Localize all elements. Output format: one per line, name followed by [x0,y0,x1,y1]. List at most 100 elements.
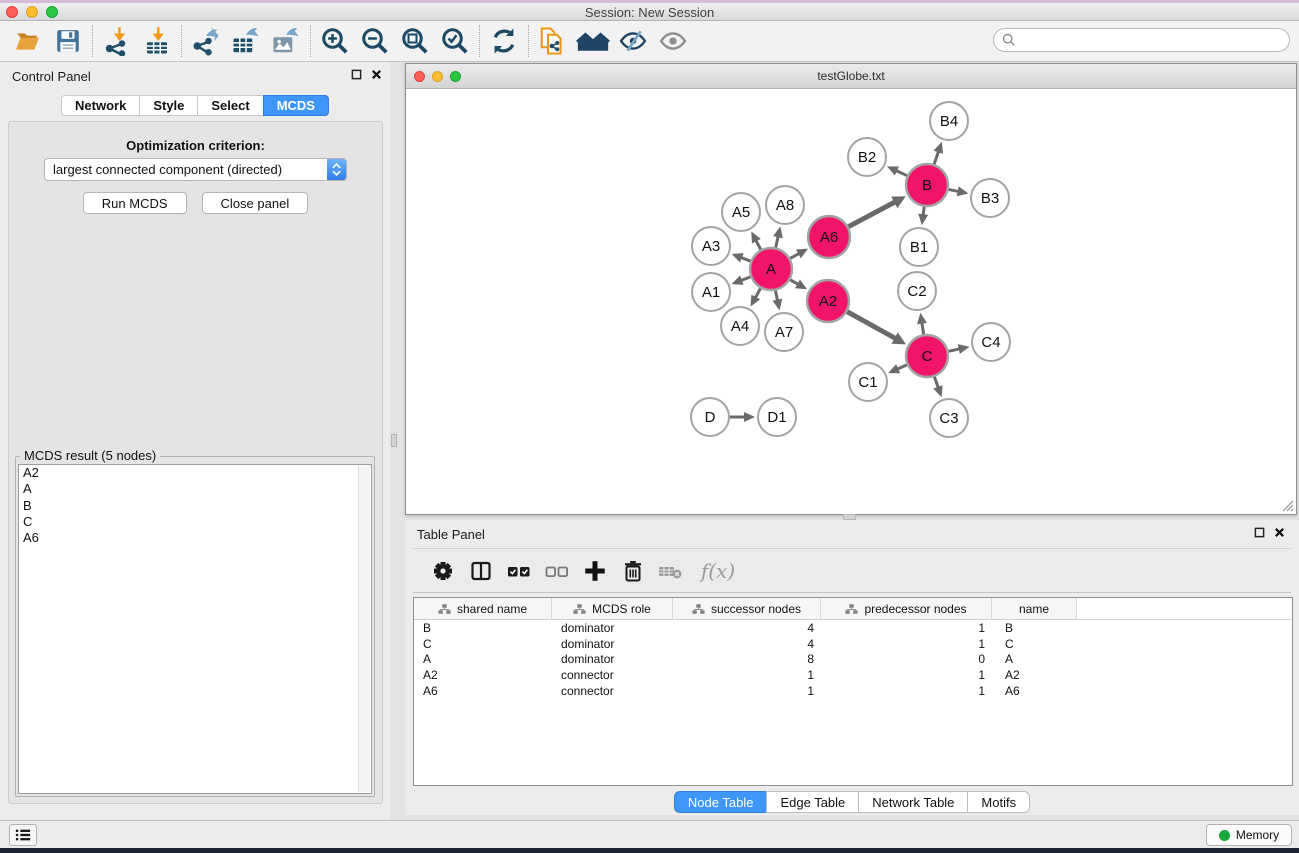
column-header-shared-name[interactable]: shared name [414,598,552,619]
graph-edge[interactable] [887,166,907,175]
function-builder-button[interactable]: f(x) [693,554,741,588]
table-settings-button[interactable] [427,554,459,588]
graph-edge[interactable] [772,291,782,311]
graph-node-C[interactable]: C [906,335,948,377]
table-row[interactable]: Bdominator41B [414,620,1292,636]
show-all-button[interactable] [653,24,693,58]
column-header-successor-nodes[interactable]: successor nodes [673,598,821,619]
delete-table-button[interactable] [655,554,687,588]
refresh-view-button[interactable] [484,24,524,58]
graph-node-A2[interactable]: A2 [807,280,849,322]
graph-edge[interactable] [949,186,969,196]
deselect-all-rows-button[interactable] [541,554,573,588]
home-button[interactable] [573,24,613,58]
graph-node-B2[interactable]: B2 [848,138,886,176]
task-history-button[interactable] [9,824,37,846]
mcds-result-item[interactable]: A6 [19,530,371,546]
graph-node-C4[interactable]: C4 [972,323,1010,361]
mcds-result-item[interactable]: A2 [19,465,371,481]
close-panel-button[interactable]: Close panel [202,192,309,214]
export-table-button[interactable] [226,24,266,58]
graph-node-B4[interactable]: B4 [930,102,968,140]
graph-node-A7[interactable]: A7 [765,313,803,351]
create-column-button[interactable] [579,554,611,588]
mcds-result-item[interactable]: B [19,498,371,514]
graph-edge[interactable] [888,364,907,373]
zoom-out-button[interactable] [355,24,395,58]
open-session-button[interactable] [8,24,48,58]
graph-node-A3[interactable]: A3 [692,227,730,265]
float-panel-icon[interactable] [1254,527,1265,538]
graph-edge[interactable] [732,276,751,285]
mcds-result-list[interactable]: A2ABCA6 [18,464,372,794]
zoom-selected-button[interactable] [435,24,475,58]
network-window-titlebar[interactable]: testGlobe.txt [406,64,1296,89]
graph-edge[interactable] [790,249,808,259]
run-mcds-button[interactable]: Run MCDS [83,192,187,214]
mcds-result-item[interactable]: A [19,481,371,497]
column-header-MCDS-role[interactable]: MCDS role [552,598,673,619]
graph-node-D1[interactable]: D1 [758,398,796,436]
search-input[interactable] [1021,31,1289,49]
table-row[interactable]: Adominator80A [414,652,1292,668]
table-row[interactable]: A2connector11A2 [414,667,1292,683]
graph-edge[interactable] [948,344,969,354]
clone-network-button[interactable] [533,24,573,58]
zoom-in-button[interactable] [315,24,355,58]
import-table-button[interactable] [137,24,177,58]
hide-selected-button[interactable] [613,24,653,58]
tab-edge-table[interactable]: Edge Table [766,791,858,813]
graph-edge[interactable] [790,280,807,290]
graph-node-C1[interactable]: C1 [849,363,887,401]
export-network-button[interactable] [186,24,226,58]
graph-edge[interactable] [848,196,905,226]
graph-node-C3[interactable]: C3 [930,399,968,437]
tab-network-table[interactable]: Network Table [858,791,967,813]
graph-edge[interactable] [773,226,783,247]
graph-node-A4[interactable]: A4 [721,307,759,345]
close-panel-icon[interactable] [371,69,382,80]
graph-node-A5[interactable]: A5 [722,193,760,231]
graph-edge[interactable] [751,231,761,249]
graph-edge[interactable] [732,253,751,262]
table-row[interactable]: A6connector11A6 [414,683,1292,699]
tab-style[interactable]: Style [139,95,197,116]
scrollbar-track[interactable] [358,466,370,792]
graph-node-B3[interactable]: B3 [971,179,1009,217]
graph-node-A1[interactable]: A1 [692,273,730,311]
export-image-button[interactable] [266,24,306,58]
zoom-fit-button[interactable] [395,24,435,58]
select-all-rows-button[interactable] [503,554,535,588]
resize-grip-icon[interactable] [1280,498,1294,512]
graph-edge[interactable] [917,313,927,335]
tab-mcds[interactable]: MCDS [263,95,329,116]
optimization-criterion-dropdown[interactable]: largest connected component (directed) [44,158,347,181]
import-network-button[interactable] [97,24,137,58]
tab-network[interactable]: Network [61,95,139,116]
graph-edge[interactable] [933,377,942,398]
mcds-result-item[interactable]: C [19,514,371,530]
graph-edge[interactable] [730,412,755,422]
graph-edge[interactable] [918,207,928,225]
graph-node-B1[interactable]: B1 [900,228,938,266]
delete-column-button[interactable] [617,554,649,588]
graph-node-A6[interactable]: A6 [808,216,850,258]
column-header-predecessor-nodes[interactable]: predecessor nodes [821,598,992,619]
table-row[interactable]: Cdominator41C [414,636,1292,652]
column-header-name[interactable]: name [992,598,1077,619]
save-session-button[interactable] [48,24,88,58]
tab-node-table[interactable]: Node Table [674,791,767,813]
graph-node-A[interactable]: A [750,248,792,290]
memory-button[interactable]: Memory [1206,824,1292,846]
graph-node-D[interactable]: D [691,398,729,436]
show-column-panel-button[interactable] [465,554,497,588]
search-field[interactable] [993,28,1290,52]
graph-edge[interactable] [751,288,761,306]
tab-motifs[interactable]: Motifs [967,791,1030,813]
tab-select[interactable]: Select [197,95,262,116]
graph-edge[interactable] [847,312,906,345]
network-canvas[interactable]: B4B2BB3B1A5A8A6A3AA1A2C2A4A7C4CC1C3DD1 [406,89,1296,514]
graph-node-A8[interactable]: A8 [766,186,804,224]
split-divider-handle[interactable] [391,434,397,447]
graph-node-C2[interactable]: C2 [898,272,936,310]
